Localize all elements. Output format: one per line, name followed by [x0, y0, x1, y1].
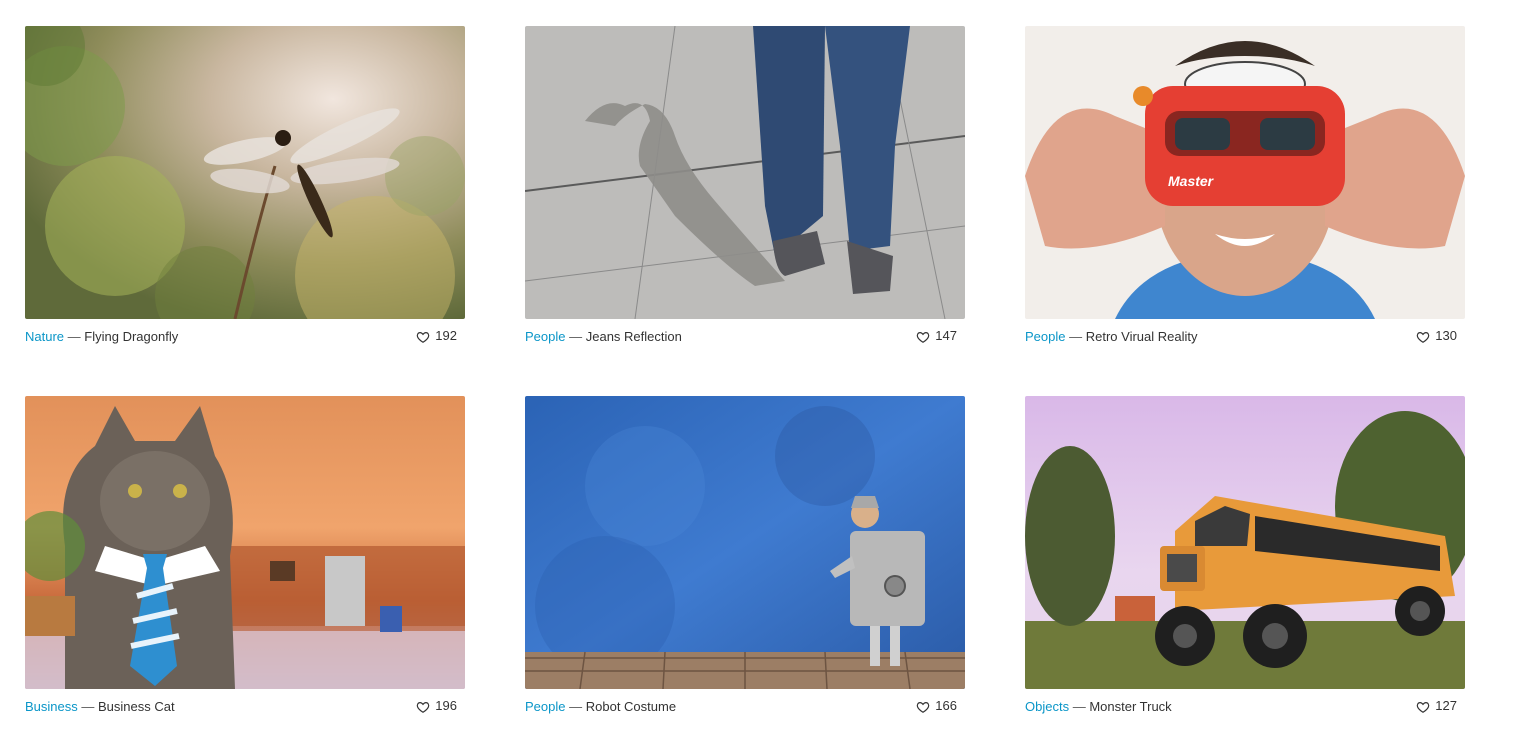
photo-caption: Business — Business Cat	[25, 699, 175, 714]
heart-outline-icon	[1416, 700, 1430, 714]
category-link[interactable]: People	[525, 329, 565, 344]
photo-meta: People — Robot Costume 166	[525, 697, 965, 721]
photo-caption: People — Jeans Reflection	[525, 329, 682, 344]
jeans-shadow-photo[interactable]	[525, 26, 965, 319]
photo-card: People — Jeans Reflection 147	[525, 26, 965, 351]
like-button[interactable]: 192	[416, 327, 457, 344]
like-count: 192	[435, 328, 457, 343]
photo-title: Jeans Reflection	[585, 329, 682, 344]
monster-bus-photo[interactable]	[1025, 396, 1465, 689]
like-count: 147	[935, 328, 957, 343]
photo-meta: People — Jeans Reflection 147	[525, 327, 965, 351]
photo-title: Flying Dragonfly	[84, 329, 179, 344]
heart-outline-icon	[1416, 330, 1430, 344]
photo-meta: People — Retro Virual Reality 130	[1025, 327, 1465, 351]
like-button[interactable]: 147	[916, 327, 957, 344]
photo-caption: Objects — Monster Truck	[1025, 699, 1172, 714]
category-link[interactable]: People	[1025, 329, 1065, 344]
photo-card: Business — Business Cat 196	[25, 396, 465, 721]
like-button[interactable]: 127	[1416, 697, 1457, 714]
like-count: 130	[1435, 328, 1457, 343]
photo-title: Business Cat	[98, 699, 175, 714]
heart-outline-icon	[416, 330, 430, 344]
like-count: 127	[1435, 698, 1457, 713]
photo-title: Retro Virual Reality	[1085, 329, 1198, 344]
dragonfly-photo[interactable]	[25, 26, 465, 319]
photo-meta: Nature — Flying Dragonfly 192	[25, 327, 465, 351]
photo-card: People — Robot Costume 166	[525, 396, 965, 721]
photo-card: Objects — Monster Truck 127	[1025, 396, 1465, 721]
caption-separator: —	[569, 329, 583, 344]
caption-separator: —	[1072, 699, 1086, 714]
caption-separator: —	[1069, 329, 1083, 344]
caption-separator: —	[67, 329, 81, 344]
like-count: 196	[435, 698, 457, 713]
category-link[interactable]: Business	[25, 699, 78, 714]
category-link[interactable]: People	[525, 699, 565, 714]
photo-meta: Business — Business Cat 196	[25, 697, 465, 721]
viewmaster-brand-text: Master	[1168, 173, 1215, 189]
photo-gallery: Nature — Flying Dragonfly 192 People — J…	[0, 0, 1528, 745]
viewmaster-photo[interactable]: Master	[1025, 26, 1465, 319]
photo-title: Monster Truck	[1089, 699, 1172, 714]
like-count: 166	[935, 698, 957, 713]
heart-outline-icon	[916, 330, 930, 344]
robot-costume-photo[interactable]	[525, 396, 965, 689]
cat-in-tie-photo[interactable]	[25, 396, 465, 689]
caption-separator: —	[569, 699, 583, 714]
caption-separator: —	[81, 699, 95, 714]
heart-outline-icon	[916, 700, 930, 714]
photo-card: Master People — Retro Virual Reality 130	[1025, 26, 1465, 351]
category-link[interactable]: Nature	[25, 329, 64, 344]
like-button[interactable]: 130	[1416, 327, 1457, 344]
photo-meta: Objects — Monster Truck 127	[1025, 697, 1465, 721]
like-button[interactable]: 166	[916, 697, 957, 714]
photo-caption: Nature — Flying Dragonfly	[25, 329, 178, 344]
photo-caption: People — Retro Virual Reality	[1025, 329, 1198, 344]
photo-card: Nature — Flying Dragonfly 192	[25, 26, 465, 351]
photo-title: Robot Costume	[585, 699, 677, 714]
photo-caption: People — Robot Costume	[525, 699, 676, 714]
heart-outline-icon	[416, 700, 430, 714]
like-button[interactable]: 196	[416, 697, 457, 714]
category-link[interactable]: Objects	[1025, 699, 1069, 714]
